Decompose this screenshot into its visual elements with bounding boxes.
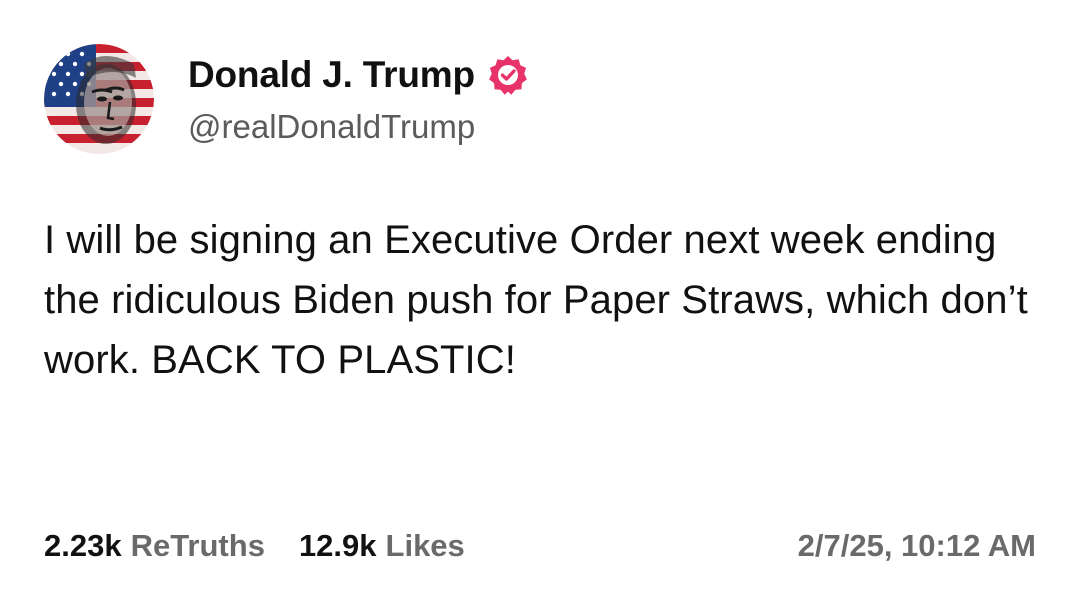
likes-stat[interactable]: 12.9k Likes	[299, 528, 465, 564]
avatar[interactable]	[44, 44, 154, 154]
post-text: I will be signing an Executive Order nex…	[44, 218, 1028, 382]
retruths-label: ReTruths	[130, 528, 265, 563]
likes-label: Likes	[385, 528, 465, 563]
name-row: Donald J. Trump	[188, 54, 529, 96]
post-header: Donald J. Trump @realDonaldTrump	[44, 44, 529, 154]
likes-count: 12.9k	[298, 528, 377, 563]
retruths-count: 2.23k	[44, 528, 122, 563]
author-handle[interactable]: @realDonaldTrump	[188, 108, 529, 146]
post-card: Donald J. Trump @realDonaldTrump I will …	[0, 0, 1080, 600]
post-timestamp[interactable]: 2/7/25, 10:12 AM	[798, 528, 1036, 564]
retruths-stat[interactable]: 2.23k ReTruths	[44, 528, 265, 564]
post-footer: 2.23k ReTruths 12.9k Likes 2/7/25, 10:12…	[44, 524, 1036, 568]
flag-portrait-avatar-icon	[44, 44, 154, 154]
author-display-name[interactable]: Donald J. Trump	[188, 54, 475, 96]
author-identity: Donald J. Trump @realDonaldTrump	[188, 54, 529, 146]
verified-badge-icon	[487, 54, 529, 96]
